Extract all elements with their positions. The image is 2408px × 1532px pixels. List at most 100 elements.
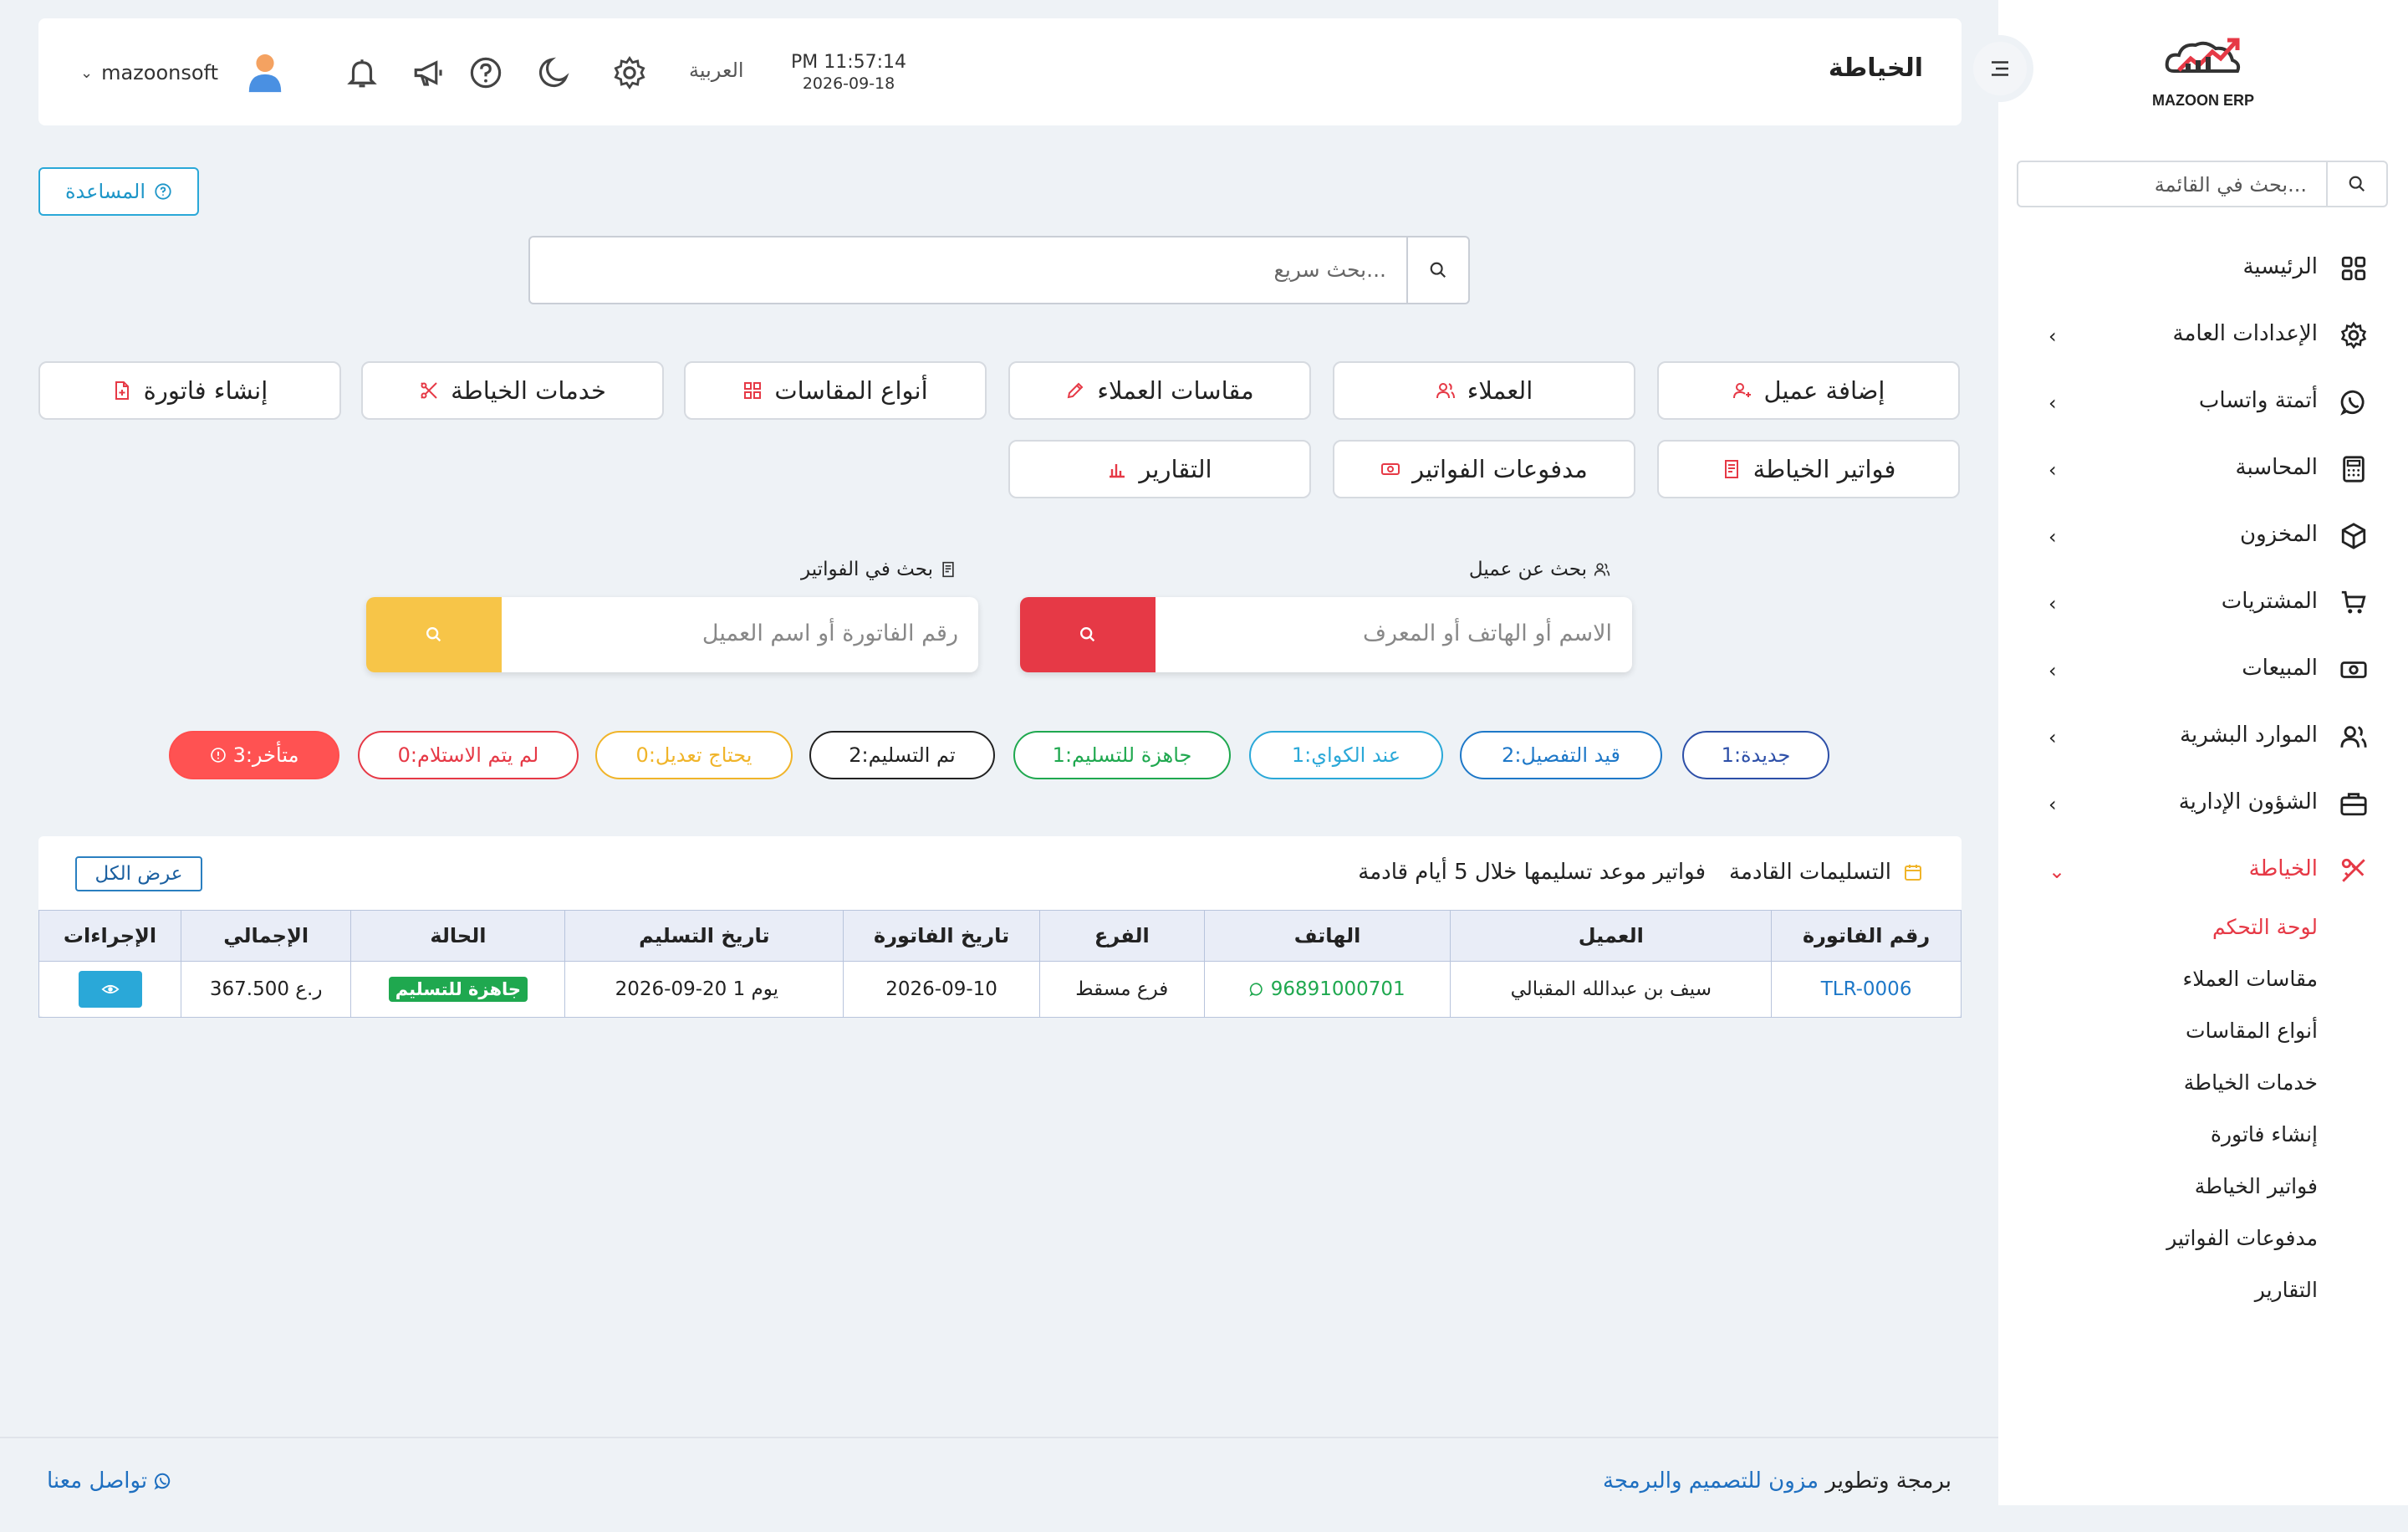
col-actions: الإجراءات [38,910,182,962]
delivery-date-cell: 2026-09-20 1 يوم [564,961,844,1018]
sidebar-toggle-button[interactable] [1967,35,2033,102]
customer-search-input[interactable]: الاسم أو الهاتف أو المعرف [1363,620,1612,646]
receipt-icon [942,561,954,578]
status-pill-new[interactable]: جديدة:1 [1682,731,1829,779]
customer-search-box: بحث عن عميل الاسم أو الهاتف أو المعرف [1020,559,1632,676]
bell-icon[interactable] [344,55,380,90]
language-switch[interactable]: العربية [689,59,744,82]
chevron-left-icon: ‹ [2048,525,2057,549]
status-cell: جاهزة للتسليم [350,961,566,1018]
submenu-invoice-payments[interactable]: مدفوعات الفواتير [1998,1216,2408,1268]
help-button-label: المساعدة [64,180,146,203]
invoice-payments-button[interactable]: مدفوعات الفواتير [1333,440,1635,498]
button-label: أنواع المقاسات [774,376,928,405]
customers-button[interactable]: العملاء [1333,361,1635,420]
create-invoice-button[interactable]: إنشاء فاتورة [38,361,341,420]
search-icon[interactable] [2326,162,2386,206]
invoice-number-link[interactable]: TLR-0006 [1771,961,1962,1018]
sidebar-item-accounting[interactable]: المحاسبة ‹ [1998,437,2408,503]
sidebar-item-hr[interactable]: الموارد البشرية ‹ [1998,704,2408,771]
moon-icon[interactable] [537,55,572,90]
upcoming-table: الإجراءات الإجمالي الحالة تاريخ التسليم … [38,910,1962,1018]
status-pill-delivered[interactable]: تم التسليم:2 [809,731,995,779]
card-subtitle: فواتير موعد تسليمها خلال 5 أيام قادمة [1358,860,1706,885]
measurement-types-button[interactable]: أنواع المقاسات [684,361,987,420]
status-pill-late[interactable]: متأخر:3 [169,731,339,779]
invoice-search-box: بحث في الفواتير رقم الفاتورة أو اسم العم… [366,559,978,676]
help-icon[interactable] [468,55,503,90]
contact-link[interactable]: تواصل معنا [47,1468,172,1494]
invoice-search-field[interactable]: رقم الفاتورة أو اسم العميل [366,597,978,672]
submenu-tailoring-services[interactable]: خدمات الخياطة [1998,1060,2408,1112]
sidebar-item-inventory[interactable]: المخزون ‹ [1998,503,2408,570]
table-row: 367.500 ر.ع جاهزة للتسليم 2026-09-20 1 ي… [38,961,1962,1018]
sidebar-item-whatsapp[interactable]: أتمتة واتساب ‹ [1998,370,2408,437]
quick-search[interactable]: بحث سريع... [528,236,1470,304]
logo[interactable]: MAZOON ERP [2136,33,2270,113]
sidebar-item-label: الرئيسية [2242,254,2318,279]
tailoring-invoices-button[interactable]: فواتير الخياطة [1657,440,1960,498]
col-customer: العميل [1450,910,1773,962]
submenu-label: مقاسات العملاء [2182,967,2318,991]
chevron-left-icon: ‹ [2048,458,2057,482]
invoice-search-input[interactable]: رقم الفاتورة أو اسم العميل [702,620,958,646]
sidebar-item-home[interactable]: الرئيسية [1998,236,2408,303]
briefcase-icon [2340,793,2367,816]
sidebar: MAZOON ERP بحث في القائمة... الرئيسية ال… [1998,0,2408,1505]
sidebar-search[interactable]: بحث في القائمة... [2017,161,2388,207]
status-pill-not-received[interactable]: لم يتم الاستلام:0 [358,731,579,779]
submenu-measurement-types[interactable]: أنواع المقاسات [1998,1009,2408,1060]
customer-search-field[interactable]: الاسم أو الهاتف أو المعرف [1020,597,1632,672]
invoice-search-button[interactable] [366,597,502,672]
customer-measurements-button[interactable]: مقاسات العملاء [1008,361,1311,420]
megaphone-icon[interactable] [411,55,446,90]
quick-search-input[interactable]: بحث سريع... [1274,258,1386,282]
grid-icon [2341,256,2366,281]
submenu-tailoring-invoices[interactable]: فواتير الخياطة [1998,1164,2408,1216]
clock-date: 2026-09-18 [802,74,895,93]
submenu-dashboard[interactable]: لوحة التحكم [1998,905,2408,957]
pill-label: عند الكواي:1 [1291,743,1401,767]
view-all-button[interactable]: عرض الكل [75,856,202,891]
chevron-left-icon: ‹ [2048,324,2057,348]
sidebar-search-input[interactable]: بحث في القائمة... [2155,173,2307,197]
search-icon[interactable] [1406,237,1468,303]
col-status: الحالة [350,910,566,962]
card-title: فواتير موعد تسليمها خلال 5 أيام قادمة ال… [1358,860,1923,885]
pill-label: جديدة:1 [1721,743,1791,767]
button-label: خدمات الخياطة [451,376,606,405]
add-customer-button[interactable]: إضافة عميل [1657,361,1960,420]
sidebar-item-sales[interactable]: المبيعات ‹ [1998,637,2408,704]
tailoring-services-button[interactable]: خدمات الخياطة [361,361,664,420]
receipt-icon [1724,460,1738,478]
sidebar-item-tailoring[interactable]: الخياطة ⌄ [1998,838,2408,905]
total-cell: 367.500 ر.ع [181,961,352,1018]
customer-search-button[interactable] [1020,597,1156,672]
help-button[interactable]: المساعدة [38,167,199,216]
status-pill-ready[interactable]: جاهزة للتسليم:1 [1013,731,1231,779]
submenu-reports[interactable]: التقارير [1998,1268,2408,1320]
file-plus-icon [115,381,129,400]
reports-button[interactable]: التقارير [1008,440,1311,498]
credit-link[interactable]: مزون للتصميم والبرمجة [1603,1468,1819,1494]
view-button[interactable] [78,971,142,1008]
username: mazoonsoft [101,61,218,84]
page-title: الخياطة [1828,54,1923,83]
submenu-customer-measurements[interactable]: مقاسات العملاء [1998,957,2408,1009]
sidebar-item-general-settings[interactable]: الإعدادات العامة ‹ [1998,303,2408,370]
sidebar-item-purchases[interactable]: المشتريات ‹ [1998,570,2408,637]
gear-icon[interactable] [612,55,647,90]
status-pill-ironing[interactable]: عند الكواي:1 [1249,731,1443,779]
phone-cell[interactable]: 96891000701 [1203,961,1451,1018]
contact-label: تواصل معنا [47,1468,148,1494]
user-menu[interactable]: ⌄ mazoonsoft [80,52,285,94]
sidebar-item-admin[interactable]: الشؤون الإدارية ‹ [1998,771,2408,838]
submenu-create-invoice[interactable]: إنشاء فاتورة [1998,1112,2408,1164]
scissors-icon [421,382,437,399]
status-badge: جاهزة للتسليم [388,977,528,1002]
status-pill-needs-alteration[interactable]: يحتاج تعديل:0 [595,731,793,779]
table-header-row: الإجراءات الإجمالي الحالة تاريخ التسليم … [38,910,1962,962]
sidebar-item-label: المبيعات [2242,656,2318,681]
status-pill-in-progress[interactable]: قيد التفصيل:2 [1460,731,1662,779]
chevron-left-icon: ‹ [2048,659,2057,682]
